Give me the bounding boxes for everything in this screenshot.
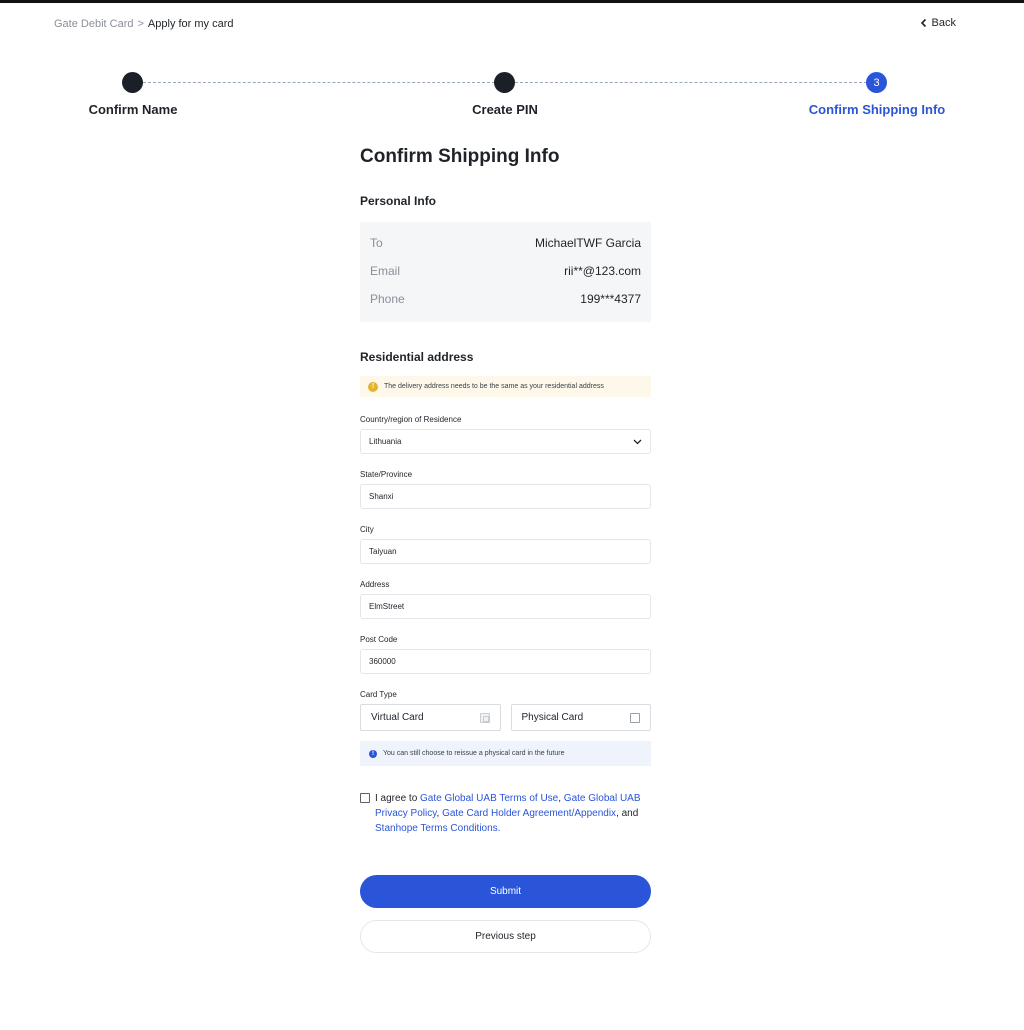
- back-button[interactable]: Back: [920, 17, 956, 29]
- agree-separator: , and: [616, 808, 639, 819]
- terms-agreement-text: I agree to Gate Global UAB Terms of Use,…: [375, 791, 651, 836]
- breadcrumb-current: Apply for my card: [147, 18, 234, 30]
- address-input[interactable]: [369, 602, 642, 611]
- physical-card-checkbox-icon[interactable]: [630, 712, 640, 723]
- shipping-form: Confirm Shipping Info Personal Info To M…: [360, 146, 651, 953]
- address-label: Address: [360, 580, 390, 589]
- state-field[interactable]: [360, 484, 651, 509]
- address-field[interactable]: [360, 594, 651, 619]
- terms-of-use-link[interactable]: Gate Global UAB Terms of Use: [420, 793, 558, 804]
- card-type-label: Card Type: [360, 690, 397, 699]
- country-select[interactable]: Lithuania: [360, 429, 651, 454]
- personal-info-row: Phone 199***4377: [370, 292, 641, 320]
- card-type-options: Virtual Card Physical Card: [360, 704, 651, 731]
- physical-card-option[interactable]: Physical Card: [510, 704, 651, 731]
- submit-button[interactable]: Submit: [360, 875, 651, 908]
- to-value: MichaelTWF Garcia: [534, 236, 641, 250]
- breadcrumb: Gate Debit Card > Apply for my card: [54, 18, 234, 30]
- step-1-dot: [122, 72, 143, 93]
- terms-agreement: I agree to Gate Global UAB Terms of Use,…: [360, 791, 651, 836]
- delivery-address-notice: ! The delivery address needs to be the s…: [360, 376, 651, 397]
- chevron-left-icon: [920, 18, 928, 28]
- personal-info-box: To MichaelTWF Garcia Email rii**@123.com…: [360, 222, 651, 322]
- postcode-field[interactable]: [360, 649, 651, 674]
- postcode-label: Post Code: [360, 635, 398, 644]
- agree-checkbox[interactable]: [360, 793, 370, 803]
- city-label: City: [360, 525, 374, 534]
- step-connector-2: [515, 82, 867, 83]
- personal-info-row: Email rii**@123.com: [370, 264, 641, 292]
- country-label: Country/region of Residence: [360, 415, 462, 424]
- phone-value: 199***4377: [580, 292, 641, 306]
- virtual-card-label: Virtual Card: [371, 712, 424, 723]
- step-1-label: Confirm Name: [88, 102, 178, 117]
- delivery-address-notice-text: The delivery address needs to be the sam…: [384, 383, 604, 390]
- chevron-down-icon: [633, 439, 642, 445]
- personal-info-row: To MichaelTWF Garcia: [370, 236, 641, 264]
- previous-step-button[interactable]: Previous step: [360, 920, 651, 953]
- stepper: 3 Confirm Name Create PIN Confirm Shippi…: [0, 72, 1024, 122]
- agree-prefix: I agree to: [375, 793, 421, 804]
- country-value: Lithuania: [369, 437, 402, 446]
- city-field[interactable]: [360, 539, 651, 564]
- step-2-dot: [494, 72, 515, 93]
- step-connector-1: [143, 82, 495, 83]
- breadcrumb-separator-icon: >: [137, 18, 144, 30]
- residential-address-heading: Residential address: [360, 350, 474, 364]
- state-input[interactable]: [369, 492, 642, 501]
- step-3-dot: 3: [866, 72, 887, 93]
- phone-label: Phone: [370, 292, 405, 306]
- reissue-notice: ! You can still choose to reissue a phys…: [360, 741, 651, 766]
- physical-card-label: Physical Card: [521, 712, 584, 723]
- email-value: rii**@123.com: [564, 264, 641, 278]
- virtual-card-option[interactable]: Virtual Card: [360, 704, 501, 731]
- virtual-card-checkbox-icon[interactable]: [479, 712, 490, 723]
- top-border: [0, 0, 1024, 3]
- step-3-label: Confirm Shipping Info: [808, 102, 946, 117]
- info-icon: !: [369, 749, 377, 758]
- card-holder-agreement-link[interactable]: Gate Card Holder Agreement/Appendix: [442, 808, 616, 819]
- stanhope-terms-link[interactable]: Stanhope Terms Conditions.: [375, 823, 500, 834]
- to-label: To: [370, 236, 383, 250]
- personal-info-heading: Personal Info: [360, 194, 437, 208]
- breadcrumb-root-link[interactable]: Gate Debit Card: [54, 18, 133, 30]
- city-input[interactable]: [369, 547, 642, 556]
- page-title: Confirm Shipping Info: [360, 146, 560, 167]
- email-label: Email: [370, 264, 401, 278]
- postcode-input[interactable]: [369, 657, 642, 666]
- warning-icon: !: [368, 381, 378, 392]
- state-label: State/Province: [360, 470, 413, 479]
- back-label: Back: [931, 17, 956, 29]
- step-2-label: Create PIN: [472, 102, 538, 117]
- reissue-notice-text: You can still choose to reissue a physic…: [383, 750, 565, 757]
